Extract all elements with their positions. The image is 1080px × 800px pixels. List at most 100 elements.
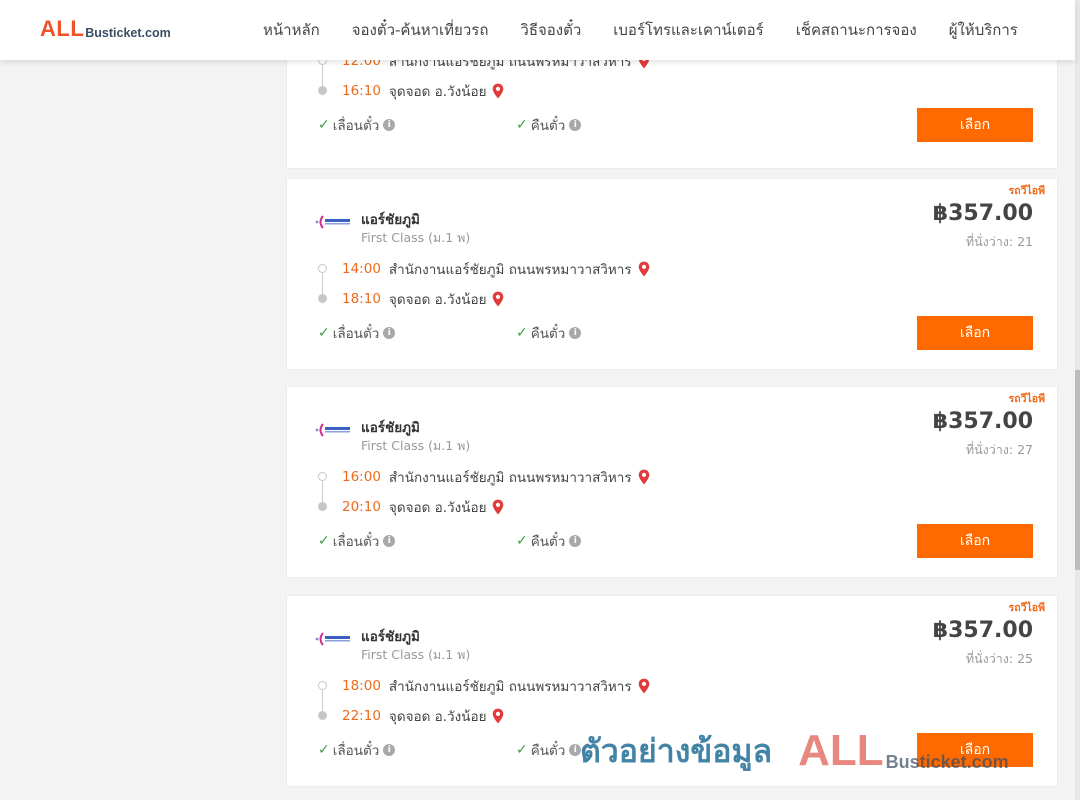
ticket-price: ฿357.00 [932, 409, 1033, 434]
arrival-row: 18:10 จุดจอด อ.วังน้อย [342, 288, 504, 310]
map-pin-icon[interactable] [638, 469, 650, 485]
logo-busticket-text: Busticket.com [85, 26, 171, 40]
bus-class: First Class (ม.1 พ) [361, 230, 471, 245]
operator-name: แอร์ชัยภูมิ [361, 420, 420, 436]
refund-feature: ✓ คืนตั๋ว i [516, 322, 582, 344]
timeline-dest-dot [318, 294, 327, 303]
check-icon: ✓ [516, 742, 528, 758]
reschedule-label: เลื่อนตั๋ว [332, 326, 380, 342]
scrollbar-thumb[interactable] [1075, 370, 1080, 570]
site-logo[interactable]: ALL Busticket.com [40, 16, 171, 41]
reschedule-feature: ✓ เลื่อนตั๋ว i [318, 114, 396, 136]
map-pin-icon[interactable] [492, 708, 504, 724]
departure-place: สำนักงานแอร์ชัยภูมิ ถนนพรหมาวาสวิหาร [388, 679, 632, 695]
departure-row: 16:00 สำนักงานแอร์ชัยภูมิ ถนนพรหมาวาสวิห… [342, 466, 650, 488]
map-pin-icon[interactable] [638, 678, 650, 694]
check-icon: ✓ [516, 533, 528, 549]
seats-available: ที่นั่งว่าง: 25 [965, 651, 1033, 666]
timeline-dest-dot [318, 86, 327, 95]
bus-class: First Class (ม.1 พ) [361, 438, 471, 453]
reschedule-feature: ✓ เลื่อนตั๋ว i [318, 322, 396, 344]
nav-phone-counters[interactable]: เบอร์โทรและเคาน์เตอร์ [597, 18, 779, 42]
reschedule-feature: ✓ เลื่อนตั๋ว i [318, 530, 396, 552]
arrival-place: จุดจอด อ.วังน้อย [388, 500, 487, 516]
timeline-origin-dot [318, 264, 327, 273]
departure-row: 18:00 สำนักงานแอร์ชัยภูมิ ถนนพรหมาวาสวิห… [342, 675, 650, 697]
arrival-place: จุดจอด อ.วังน้อย [388, 709, 487, 725]
reschedule-feature: ✓ เลื่อนตั๋ว i [318, 739, 396, 761]
nav-how-to-book[interactable]: วิธีจองตั๋ว [504, 18, 597, 42]
info-icon[interactable]: i [569, 535, 582, 547]
refund-feature: ✓ คืนตั๋ว i [516, 739, 582, 761]
timeline-dest-dot [318, 711, 327, 720]
info-icon[interactable]: i [383, 535, 396, 547]
reschedule-label: เลื่อนตั๋ว [332, 534, 380, 550]
select-button[interactable]: เลือก [917, 733, 1033, 767]
info-icon[interactable]: i [383, 327, 396, 339]
nav-operators[interactable]: ผู้ให้บริการ [933, 18, 1034, 42]
map-pin-icon[interactable] [492, 291, 504, 307]
check-icon: ✓ [516, 325, 528, 341]
arrival-time: 20:10 [342, 499, 381, 515]
nav-book-search[interactable]: จองตั๋ว-ค้นหาเที่ยวรถ [336, 18, 505, 42]
refund-feature: ✓ คืนตั๋ว i [516, 530, 582, 552]
timeline-dest-dot [318, 502, 327, 511]
page-scrollbar[interactable] [1075, 0, 1080, 800]
select-button[interactable]: เลือก [917, 108, 1033, 142]
nav-check-booking[interactable]: เช็คสถานะการจอง [780, 18, 933, 42]
check-icon: ✓ [318, 742, 330, 758]
seats-available: ที่นั่งว่าง: 27 [965, 442, 1033, 457]
departure-time: 18:00 [342, 678, 381, 694]
refund-label: คืนตั๋ว [530, 118, 566, 134]
trip-card: รถวีไอพี แอร์ชัยภูมิ First Class (ม.1 พ)… [286, 595, 1058, 787]
bus-class: First Class (ม.1 พ) [361, 647, 471, 662]
departure-time: 14:00 [342, 261, 381, 277]
departure-place: สำนักงานแอร์ชัยภูมิ ถนนพรหมาวาสวิหาร [388, 262, 632, 278]
operator-name: แอร์ชัยภูมิ [361, 629, 420, 645]
check-icon: ✓ [318, 325, 330, 341]
logo-all-text: ALL [40, 16, 85, 41]
trip-card: รถวีไอพี แอร์ชัยภูมิ First Class (ม.1 พ)… [286, 178, 1058, 370]
select-button[interactable]: เลือก [917, 524, 1033, 558]
arrival-row: 16:10 จุดจอด อ.วังน้อย [342, 80, 504, 102]
trip-card: รถวีไอพี แอร์ชัยภูมิ First Class (ม.1 พ)… [286, 386, 1058, 578]
arrival-place: จุดจอด อ.วังน้อย [388, 84, 487, 100]
arrival-time: 16:10 [342, 83, 381, 99]
refund-feature: ✓ คืนตั๋ว i [516, 114, 582, 136]
reschedule-label: เลื่อนตั๋ว [332, 743, 380, 759]
departure-place: สำนักงานแอร์ชัยภูมิ ถนนพรหมาวาสวิหาร [388, 470, 632, 486]
operator-logo-icon [314, 420, 352, 440]
seats-available: ที่นั่งว่าง: 21 [965, 234, 1033, 249]
departure-time: 16:00 [342, 469, 381, 485]
operator-logo-icon [314, 212, 352, 232]
ticket-price: ฿357.00 [932, 201, 1033, 226]
site-header: ALL Busticket.com หน้าหลัก จองตั๋ว-ค้นหา… [0, 0, 1075, 60]
vip-tag: รถวีไอพี [1008, 185, 1045, 197]
arrival-row: 20:10 จุดจอด อ.วังน้อย [342, 496, 504, 518]
vip-tag: รถวีไอพี [1008, 393, 1045, 405]
vip-tag: รถวีไอพี [1008, 602, 1045, 614]
operator-logo-icon [314, 629, 352, 649]
map-pin-icon[interactable] [492, 499, 504, 515]
info-icon[interactable]: i [383, 744, 396, 756]
operator-name: แอร์ชัยภูมิ [361, 212, 420, 228]
refund-label: คืนตั๋ว [530, 743, 566, 759]
refund-label: คืนตั๋ว [530, 326, 566, 342]
nav-home[interactable]: หน้าหลัก [247, 18, 336, 42]
info-icon[interactable]: i [383, 119, 396, 131]
ticket-price: ฿357.00 [932, 618, 1033, 643]
timeline-origin-dot [318, 681, 327, 690]
reschedule-label: เลื่อนตั๋ว [332, 118, 380, 134]
info-icon[interactable]: i [569, 744, 582, 756]
map-pin-icon[interactable] [638, 261, 650, 277]
map-pin-icon[interactable] [492, 83, 504, 99]
refund-label: คืนตั๋ว [530, 534, 566, 550]
select-button[interactable]: เลือก [917, 316, 1033, 350]
arrival-row: 22:10 จุดจอด อ.วังน้อย [342, 705, 504, 727]
info-icon[interactable]: i [569, 327, 582, 339]
arrival-time: 22:10 [342, 708, 381, 724]
departure-row: 14:00 สำนักงานแอร์ชัยภูมิ ถนนพรหมาวาสวิห… [342, 258, 650, 280]
info-icon[interactable]: i [569, 119, 582, 131]
arrival-place: จุดจอด อ.วังน้อย [388, 292, 487, 308]
check-icon: ✓ [318, 117, 330, 133]
